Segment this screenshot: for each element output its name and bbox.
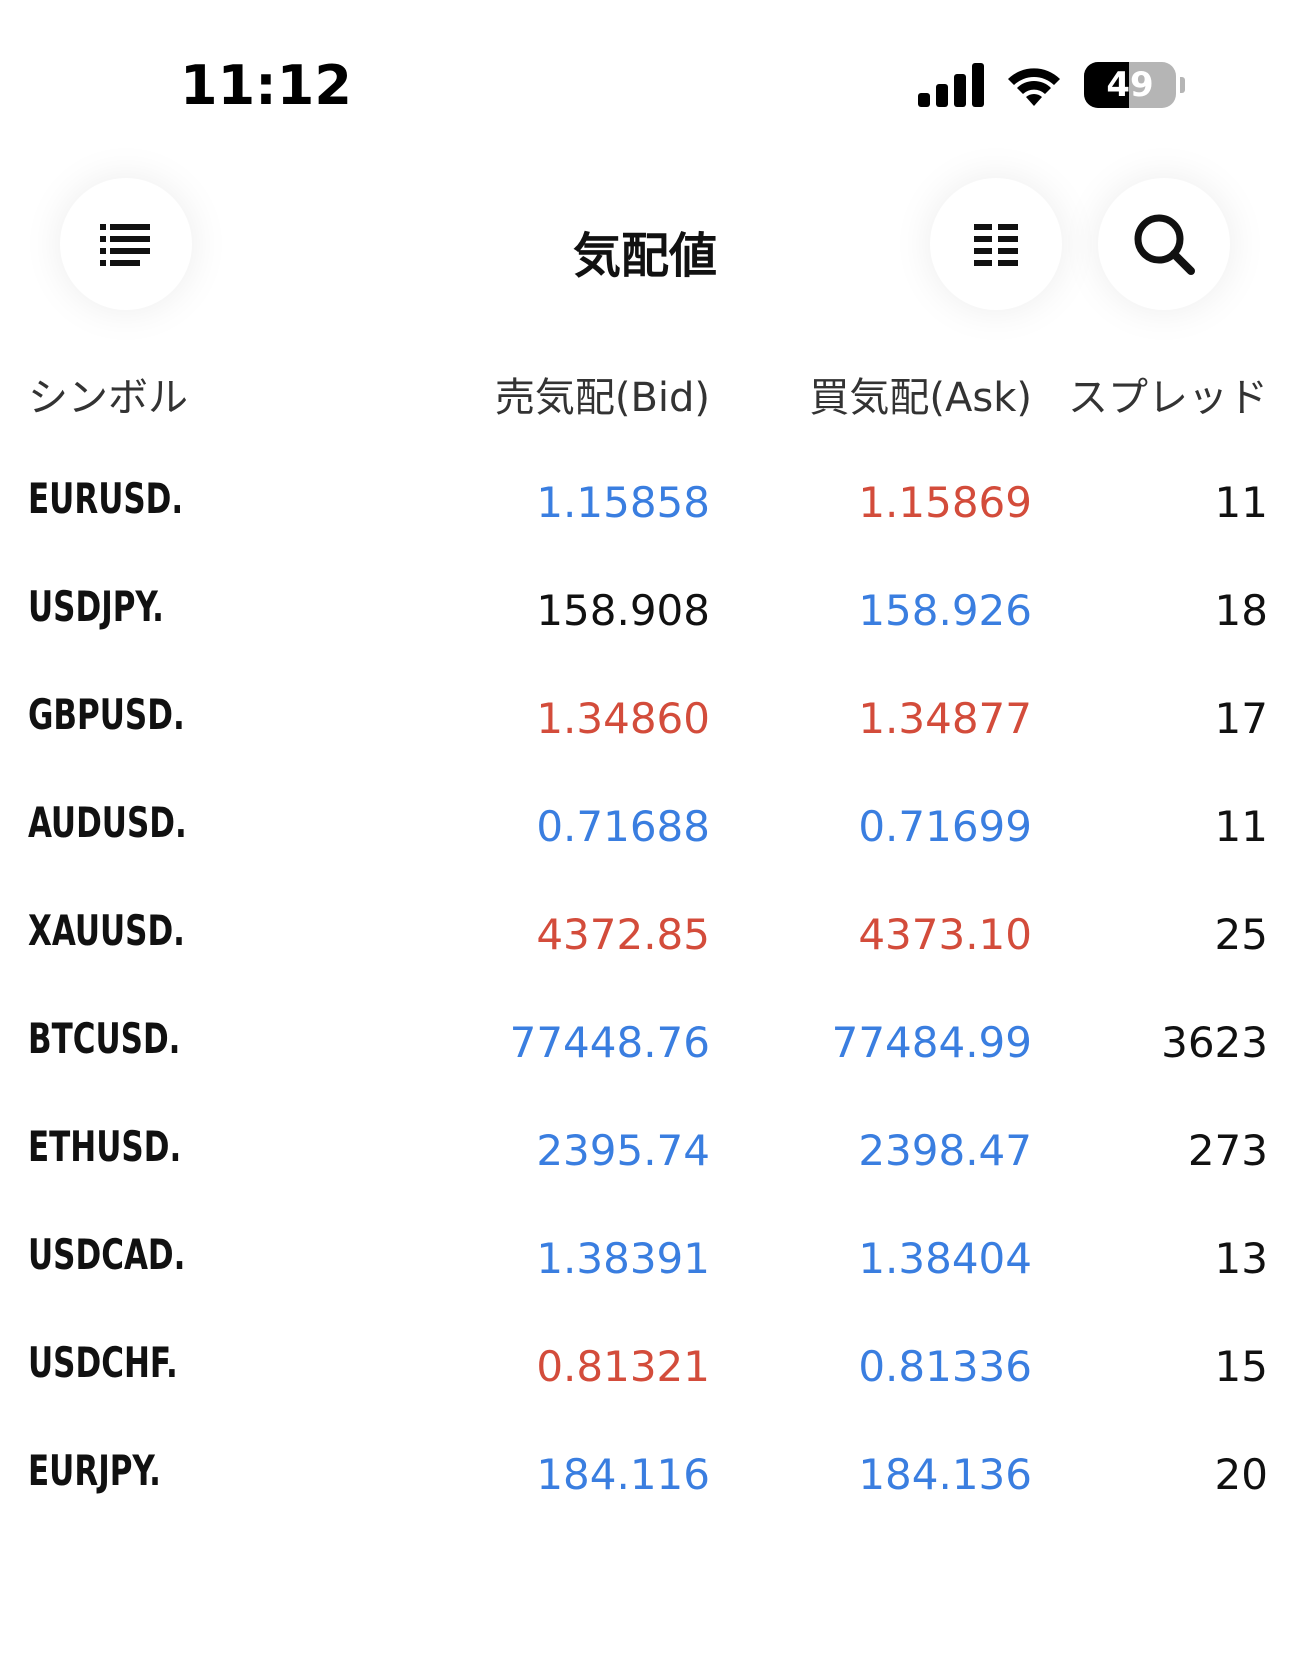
ask-price: 158.926 <box>858 586 1032 635</box>
quote-row[interactable]: ETHUSD. 2395.74 2398.47 273 <box>0 1098 1290 1206</box>
quote-row[interactable]: BTCUSD. 77448.76 77484.99 3623 <box>0 990 1290 1098</box>
spread-value: 15 <box>1214 1342 1268 1391</box>
ask-price: 1.38404 <box>858 1234 1032 1283</box>
bid-price: 2395.74 <box>536 1126 710 1175</box>
cellular-signal-icon <box>918 63 984 107</box>
quote-row[interactable]: XAUUSD. 4372.85 4373.10 25 <box>0 882 1290 990</box>
column-header-spread[interactable]: スプレッド <box>1068 365 1268 423</box>
spread-value: 11 <box>1214 802 1268 851</box>
bid-price: 77448.76 <box>509 1018 710 1067</box>
battery-tip <box>1180 77 1185 93</box>
ask-price: 2398.47 <box>858 1126 1032 1175</box>
ask-price: 77484.99 <box>831 1018 1032 1067</box>
ask-price: 4373.10 <box>858 910 1032 959</box>
quote-row[interactable]: GBPUSD. 1.34860 1.34877 17 <box>0 666 1290 774</box>
quote-list: EURUSD. 1.15858 1.15869 11 USDJPY. 158.9… <box>0 450 1290 1530</box>
battery-indicator: 49 <box>1084 62 1176 108</box>
quote-row[interactable]: USDCAD. 1.38391 1.38404 13 <box>0 1206 1290 1314</box>
symbol-name: USDJPY. <box>28 582 164 631</box>
symbol-name: EURJPY. <box>28 1446 161 1495</box>
header: 気配値 <box>0 170 1290 310</box>
search-icon <box>1134 214 1195 275</box>
ask-price: 1.34877 <box>858 694 1032 743</box>
symbol-name: EURUSD. <box>28 474 184 523</box>
spread-value: 273 <box>1187 1126 1268 1175</box>
bid-price: 0.81321 <box>536 1342 710 1391</box>
bid-price: 1.38391 <box>536 1234 710 1283</box>
search-button[interactable] <box>1098 178 1230 310</box>
page-title: 気配値 <box>572 228 717 284</box>
quote-row[interactable]: AUDUSD. 0.71688 0.71699 11 <box>0 774 1290 882</box>
status-time: 11:12 <box>180 54 352 117</box>
column-header-bid[interactable]: 売気配(Bid) <box>495 365 710 423</box>
wifi-icon <box>1008 68 1060 106</box>
quote-row[interactable]: EURJPY. 184.116 184.136 20 <box>0 1422 1290 1530</box>
ask-price: 0.81336 <box>858 1342 1032 1391</box>
spread-value: 13 <box>1214 1234 1268 1283</box>
ask-price: 184.136 <box>858 1450 1032 1499</box>
spread-value: 3623 <box>1161 1018 1268 1067</box>
spread-value: 18 <box>1214 586 1268 635</box>
bid-price: 4372.85 <box>536 910 710 959</box>
column-header-ask[interactable]: 買気配(Ask) <box>809 365 1032 423</box>
spread-value: 17 <box>1214 694 1268 743</box>
quote-row[interactable]: USDJPY. 158.908 158.926 18 <box>0 558 1290 666</box>
spread-value: 25 <box>1214 910 1268 959</box>
quote-row[interactable]: USDCHF. 0.81321 0.81336 15 <box>0 1314 1290 1422</box>
bid-price: 1.34860 <box>536 694 710 743</box>
symbol-name: GBPUSD. <box>28 690 185 739</box>
spread-value: 11 <box>1214 478 1268 527</box>
ask-price: 0.71699 <box>858 802 1032 851</box>
status-bar: 11:12 49 <box>0 0 1290 150</box>
symbol-name: AUDUSD. <box>28 798 187 847</box>
columns-icon <box>974 224 1018 266</box>
bid-price: 158.908 <box>536 586 710 635</box>
spread-value: 20 <box>1214 1450 1268 1499</box>
symbol-name: ETHUSD. <box>28 1122 182 1171</box>
quote-row[interactable]: EURUSD. 1.15858 1.15869 11 <box>0 450 1290 558</box>
symbol-name: USDCHF. <box>28 1338 178 1387</box>
symbol-name: XAUUSD. <box>28 906 185 955</box>
bid-price: 0.71688 <box>536 802 710 851</box>
column-header-symbol[interactable]: シンボル <box>28 365 188 423</box>
bid-price: 184.116 <box>536 1450 710 1499</box>
symbol-name: BTCUSD. <box>28 1014 181 1063</box>
symbol-name: USDCAD. <box>28 1230 186 1279</box>
columns-button[interactable] <box>930 178 1062 310</box>
ask-price: 1.15869 <box>858 478 1032 527</box>
bid-price: 1.15858 <box>536 478 710 527</box>
battery-percent: 49 <box>1106 65 1154 105</box>
